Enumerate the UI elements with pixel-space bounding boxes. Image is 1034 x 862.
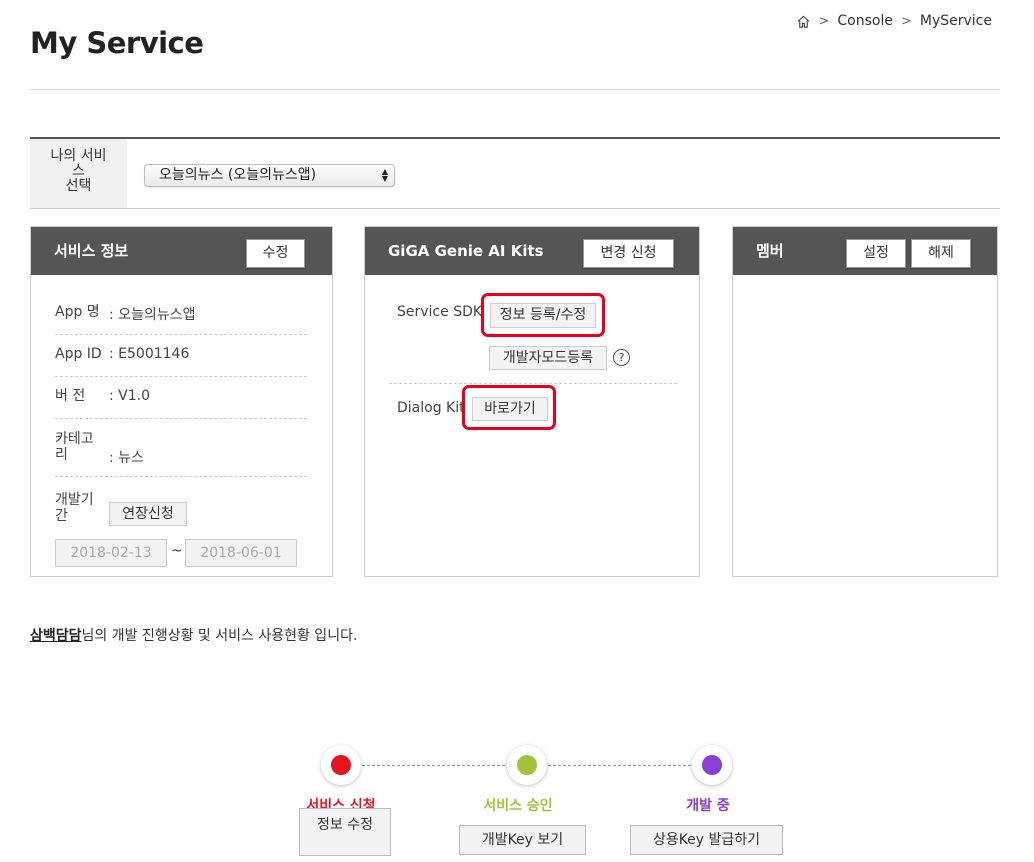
chevron-right-icon: > [818,13,830,29]
info-label: App 명 [55,304,100,320]
service-sdk-label: Service SDK [397,304,483,320]
edit-button[interactable]: 수정 [246,239,305,268]
service-select-label: 나의 서비 스 선택 [30,139,127,208]
ai-kits-panel: GiGA Genie AI Kits 변경 신청 Service SDK 정보 … [364,226,700,577]
service-info-title: 서비스 정보 [54,242,129,260]
dev-mode-register-button[interactable]: 개발자모드등록 [489,346,607,370]
step-connector [548,765,691,766]
extend-request-button[interactable]: 연장신청 [109,502,187,526]
step-label-developing: 개발 중 [686,798,730,814]
info-row-dev-period: 개발기간 연장신청 [55,477,307,533]
breadcrumb-myservice[interactable]: MyService [920,13,992,29]
info-row-category: 카테고리 : 뉴스 [55,419,307,477]
home-icon[interactable] [796,14,811,29]
step-connector [362,765,510,766]
page-title: My Service [30,26,204,60]
progress-intro: 삼백담담님의 개발 진행상황 및 서비스 사용현황 입니다. [30,625,357,645]
period-end-field[interactable]: 2018-06-01 [185,539,297,567]
change-request-button[interactable]: 변경 신청 [583,239,674,268]
info-label: App ID [55,346,102,362]
sdk-register-button[interactable]: 정보 등록/수정 [490,303,596,328]
info-label: 개발기간 [55,492,94,524]
info-label: 버 전 [55,388,86,404]
dialog-kit-label: Dialog Kit [397,400,465,416]
ai-kits-title: GiGA Genie AI Kits [388,242,544,260]
info-row-app-name: App 명 : 오늘의뉴스앱 [55,297,307,335]
ai-kits-header: GiGA Genie AI Kits 변경 신청 [365,227,699,275]
divider [389,383,677,384]
member-header: 멤버 설정 해제 [733,227,997,275]
info-edit-button[interactable]: 정보 수정 [299,808,391,856]
help-icon[interactable]: ? [613,349,630,366]
issue-commercial-key-button[interactable]: 상용Key 발급하기 [630,825,783,855]
service-info-header: 서비스 정보 수정 [31,227,332,275]
dialog-kit-go-button[interactable]: 바로가기 [472,397,548,421]
user-name-link[interactable]: 삼백담담 [30,628,82,644]
member-title: 멤버 [756,242,784,260]
member-release-button[interactable]: 해제 [911,239,971,268]
info-row-version: 버 전 : V1.0 [55,377,307,419]
view-dev-key-button[interactable]: 개발Key 보기 [459,825,586,855]
step-label-approved: 서비스 승인 [483,798,553,814]
info-value: : E5001146 [109,346,190,362]
info-row-app-id: App ID : E5001146 [55,335,307,377]
period-start-field[interactable]: 2018-02-13 [55,539,167,567]
service-select-value: 오늘의뉴스 (오늘의뉴스앱) [159,167,317,183]
member-panel: 멤버 설정 해제 [732,226,998,577]
info-label: 카테고리 [55,431,94,463]
period-tilde: ~ [171,543,183,559]
info-value: : 뉴스 [109,450,144,466]
chevron-right-icon: > [900,13,912,29]
step-dot-approved [507,745,547,785]
select-arrows-icon: ▲ ▼ [381,167,388,183]
breadcrumb-console[interactable]: Console [837,13,893,29]
breadcrumb: > Console > MyService [796,13,992,29]
step-dot-developing [692,745,732,785]
info-value: : V1.0 [109,388,151,404]
service-info-panel: 서비스 정보 수정 App 명 : 오늘의뉴스앱 App ID : E50011… [30,226,333,577]
step-dot-applied [321,745,361,785]
info-value: : 오늘의뉴스앱 [109,307,196,323]
member-setting-button[interactable]: 설정 [846,239,906,268]
service-select-bar: 나의 서비 스 선택 오늘의뉴스 (오늘의뉴스앱) ▲ ▼ [30,137,1000,209]
divider [30,89,1000,90]
intro-text: 님의 개발 진행상황 및 서비스 사용현황 입니다. [81,628,358,644]
service-select[interactable]: 오늘의뉴스 (오늘의뉴스앱) ▲ ▼ [144,164,395,187]
